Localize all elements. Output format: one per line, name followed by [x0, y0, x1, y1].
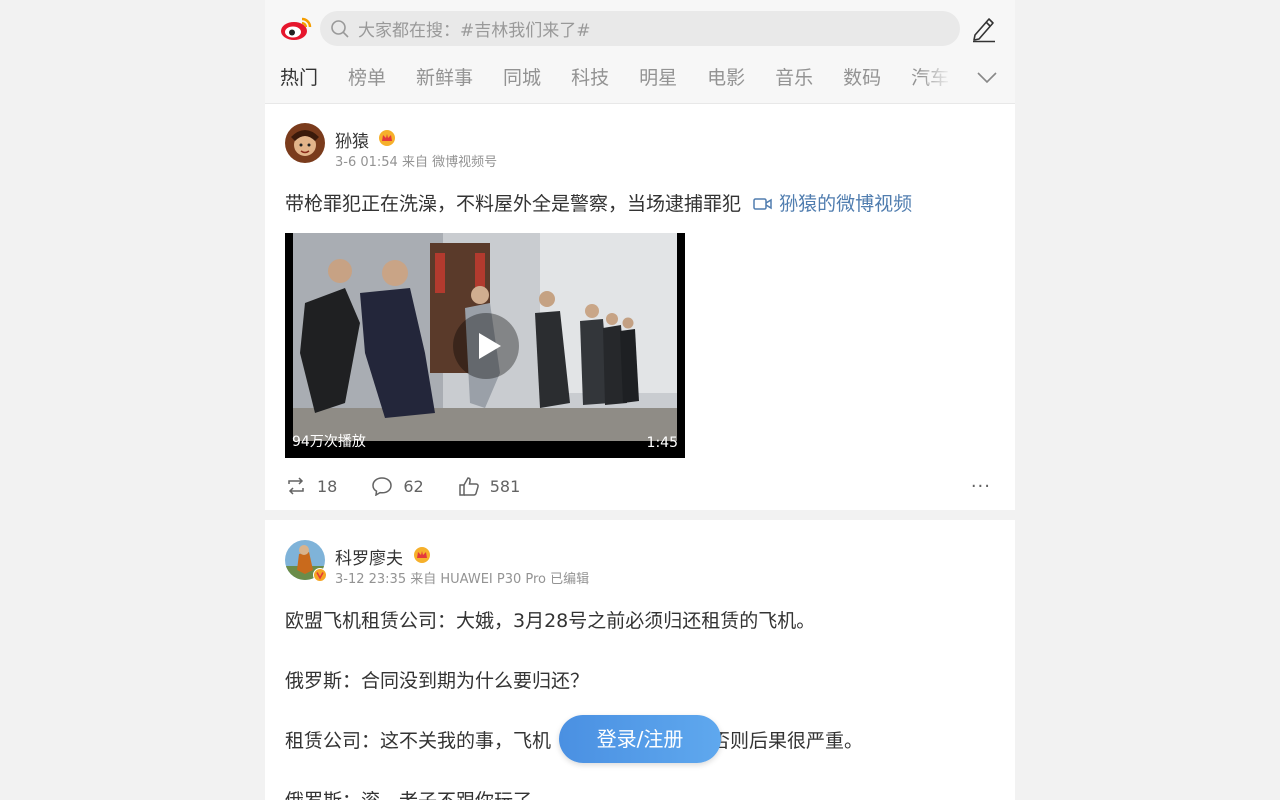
tab-tech[interactable]: 科技	[571, 62, 609, 96]
weibo-logo-icon[interactable]	[280, 14, 314, 42]
chevron-down-icon[interactable]	[975, 67, 999, 87]
post-line: 俄罗斯：合同没到期为什么要归还？	[285, 670, 590, 692]
post-line: 俄罗斯：滚，老子不跟你玩了	[285, 786, 532, 800]
post-line-start: 租赁公司：这不关我的事，飞机	[285, 730, 552, 752]
post-line-end: 否则后果很严重。	[711, 730, 864, 752]
member-crown-icon	[414, 547, 430, 563]
play-button[interactable]	[453, 313, 519, 379]
play-icon	[479, 333, 501, 359]
repost-icon	[288, 477, 304, 495]
comment-button[interactable]: 62	[371, 476, 424, 496]
post-text: 带枪罪犯正在洗澡，不料屋外全是警察，当场逮捕罪犯 狲猿的微博视频	[285, 189, 912, 219]
video-duration: 1:45	[646, 435, 678, 451]
tabs-fade	[920, 62, 960, 96]
video-link[interactable]: 狲猿的微博视频	[779, 193, 912, 215]
search-placeholder: 大家都在搜：#吉林我们来了#	[358, 21, 591, 41]
compose-icon[interactable]	[969, 13, 999, 43]
post-meta: 3-12 23:35 来自 HUAWEI P30 Pro 已编辑	[335, 572, 590, 587]
video-link-icon	[753, 198, 772, 210]
top-bar: 大家都在搜：#吉林我们来了# 热门 榜单 新鲜事 同城 科技 明星 电影 音乐 …	[265, 0, 1015, 104]
search-icon	[331, 19, 349, 38]
video-thumbnail[interactable]: 94万次播放 1:45	[285, 233, 685, 458]
post-line: 欧盟飞机租赁公司：大娥，3月28号之前必须归还租赁的飞机。	[285, 610, 816, 632]
post-body: 带枪罪犯正在洗澡，不料屋外全是警察，当场逮捕罪犯	[285, 193, 742, 215]
weibo-feed-page: 大家都在搜：#吉林我们来了# 热门 榜单 新鲜事 同城 科技 明星 电影 音乐 …	[265, 0, 1015, 800]
post-meta: 3-6 01:54 来自 微博视频号	[335, 155, 498, 170]
tab-local[interactable]: 同城	[503, 62, 541, 96]
comment-count: 62	[403, 476, 424, 496]
login-register-button[interactable]: 登录/注册	[559, 715, 721, 763]
tab-music[interactable]: 音乐	[775, 62, 813, 96]
username[interactable]: 科罗廖夫	[335, 544, 403, 569]
like-button[interactable]: 581	[458, 476, 521, 496]
tab-movies[interactable]: 电影	[707, 62, 745, 96]
tab-stars[interactable]: 明星	[639, 62, 677, 96]
channel-tabs: 热门 榜单 新鲜事 同城 科技 明星 电影 音乐 数码 汽车	[280, 62, 960, 96]
like-count: 581	[489, 476, 521, 496]
tab-ranking[interactable]: 榜单	[348, 62, 386, 96]
username[interactable]: 狲猿	[335, 127, 369, 152]
member-crown-icon	[379, 130, 395, 146]
feed-post: 狲猿 3-6 01:54 来自 微博视频号 带枪罪犯正在洗澡，不料屋外全是警察，…	[265, 104, 1015, 520]
more-options-icon[interactable]: ···	[971, 476, 991, 497]
post-actions: 18 62 581	[285, 476, 554, 496]
thumbs-up-icon	[458, 477, 479, 496]
search-bar[interactable]: 大家都在搜：#吉林我们来了#	[320, 11, 960, 46]
play-count: 94万次播放	[292, 434, 366, 450]
repost-button[interactable]: 18	[285, 477, 337, 496]
repost-count: 18	[317, 476, 338, 496]
tab-hot[interactable]: 热门	[280, 62, 318, 96]
verified-badge-icon	[313, 568, 327, 582]
avatar[interactable]	[285, 123, 325, 163]
tab-fresh[interactable]: 新鲜事	[416, 62, 473, 96]
comment-icon	[372, 477, 393, 496]
tab-digital[interactable]: 数码	[843, 62, 881, 96]
